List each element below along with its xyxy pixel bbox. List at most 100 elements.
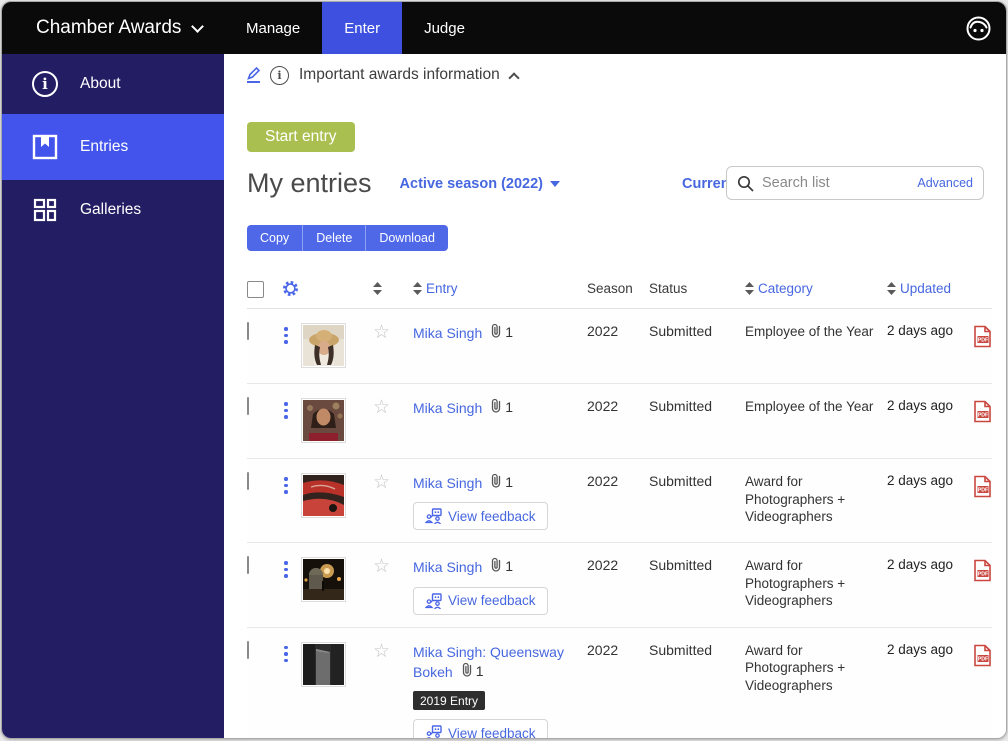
select-all-checkbox[interactable]: [247, 281, 264, 298]
advanced-search-link[interactable]: Advanced: [917, 176, 973, 190]
search-input[interactable]: [762, 175, 909, 191]
sidebar-item-label: About: [80, 75, 121, 93]
star-icon[interactable]: ☆: [373, 640, 390, 662]
checkbox-cell: [247, 543, 281, 626]
favorite-cell: ☆: [373, 459, 413, 542]
row-menu-cell: [281, 384, 301, 458]
kebab-dot: [284, 652, 288, 656]
kebab-dot: [284, 334, 288, 338]
thumbnail-cell: [301, 543, 373, 626]
row-checkbox[interactable]: [247, 397, 249, 415]
tab-enter[interactable]: Enter: [322, 2, 402, 54]
favorite-sort[interactable]: [373, 282, 413, 295]
download-button[interactable]: Download: [365, 225, 448, 251]
entry-link[interactable]: Mika Singh: [413, 400, 482, 416]
row-menu-button[interactable]: [281, 477, 291, 494]
entry-link[interactable]: Mika Singh: [413, 325, 482, 341]
category-cell: Award for Photographers + Videographers: [745, 628, 887, 738]
edit-icon[interactable]: [247, 67, 260, 83]
paperclip-icon: [490, 557, 502, 575]
column-header-entry[interactable]: Entry: [413, 281, 587, 296]
feedback-icon: [425, 508, 442, 524]
entry-thumbnail[interactable]: [301, 323, 346, 368]
entry-link[interactable]: Mika Singh: [413, 559, 482, 575]
favorite-cell: ☆: [373, 543, 413, 626]
sidebar-item-about[interactable]: i About: [2, 54, 224, 114]
row-menu-button[interactable]: [281, 646, 291, 663]
info-icon: i: [270, 66, 289, 85]
entry-link[interactable]: Mika Singh: Queensway Bokeh: [413, 644, 564, 680]
sort-icon: [413, 282, 422, 295]
row-menu-button[interactable]: [281, 327, 291, 344]
entry-thumbnail[interactable]: [301, 398, 346, 443]
pdf-icon[interactable]: PDF: [973, 569, 992, 585]
view-feedback-label: View feedback: [448, 509, 536, 524]
kebab-dot: [284, 415, 288, 419]
search-box: Advanced: [726, 166, 984, 200]
row-checkbox[interactable]: [247, 472, 249, 490]
entry-photo-icon: [303, 400, 344, 441]
pdf-cell: PDF: [973, 384, 996, 458]
entry-link[interactable]: Mika Singh: [413, 475, 482, 491]
tab-judge[interactable]: Judge: [402, 2, 487, 54]
row-checkbox[interactable]: [247, 322, 249, 340]
kebab-dot: [284, 477, 288, 481]
season-cell: 2022: [587, 543, 649, 626]
star-icon[interactable]: ☆: [373, 471, 390, 493]
view-feedback-button[interactable]: View feedback: [413, 587, 548, 615]
pdf-icon[interactable]: PDF: [973, 335, 992, 351]
kebab-dot: [284, 574, 288, 578]
checkbox-cell: [247, 384, 281, 458]
view-feedback-button[interactable]: View feedback: [413, 502, 548, 530]
season-cell: 2022: [587, 309, 649, 383]
sidebar-item-entries[interactable]: Entries: [2, 114, 224, 180]
pdf-icon[interactable]: PDF: [973, 410, 992, 426]
gear-icon[interactable]: [281, 279, 300, 298]
kebab-dot: [284, 484, 288, 488]
star-icon[interactable]: ☆: [373, 555, 390, 577]
page-title: My entries: [247, 168, 372, 199]
copy-button[interactable]: Copy: [247, 225, 302, 251]
row-menu-button[interactable]: [281, 402, 291, 419]
heading-row: My entries Active season (2022) Current …: [247, 168, 992, 199]
column-header-category[interactable]: Category: [745, 281, 887, 296]
app-title: Chamber Awards: [36, 17, 181, 39]
collapse-icon[interactable]: [508, 72, 519, 83]
star-icon[interactable]: ☆: [373, 321, 390, 343]
attachment-indicator: 1: [490, 323, 513, 341]
updated-cell: 2 days ago: [887, 459, 973, 542]
feedback-icon: [425, 593, 442, 609]
column-header-updated[interactable]: Updated: [887, 281, 973, 296]
entry-thumbnail[interactable]: [301, 473, 346, 518]
row-menu-cell: [281, 459, 301, 542]
updated-cell: 2 days ago: [887, 384, 973, 458]
account-menu[interactable]: [965, 2, 1006, 54]
column-header-status: Status: [649, 281, 745, 296]
category-cell: Award for Photographers + Videographers: [745, 459, 887, 542]
pdf-icon[interactable]: PDF: [973, 654, 992, 670]
entry-thumbnail[interactable]: [301, 557, 346, 602]
bookmark-icon: [32, 134, 58, 160]
season-filter-dropdown[interactable]: Active season (2022): [400, 176, 560, 192]
chevron-down-icon: [550, 181, 560, 187]
tab-manage[interactable]: Manage: [224, 2, 322, 54]
table-header: Entry Season Status Category Updated: [247, 267, 992, 309]
app-switcher[interactable]: Chamber Awards: [2, 2, 224, 54]
entry-title-line: Mika Singh 1: [413, 398, 583, 418]
category-cell: Employee of the Year: [745, 384, 887, 458]
attachment-count: 1: [505, 399, 513, 415]
entry-thumbnail[interactable]: [301, 642, 346, 687]
delete-button[interactable]: Delete: [302, 225, 365, 251]
view-feedback-button[interactable]: View feedback: [413, 719, 548, 738]
entry-cell: Mika Singh1View feedback: [413, 459, 587, 542]
sidebar-item-galleries[interactable]: Galleries: [2, 180, 224, 240]
star-icon[interactable]: ☆: [373, 396, 390, 418]
start-entry-button[interactable]: Start entry: [247, 122, 355, 152]
row-checkbox[interactable]: [247, 641, 249, 659]
pdf-icon[interactable]: PDF: [973, 485, 992, 501]
row-menu-button[interactable]: [281, 561, 291, 578]
attachment-count: 1: [505, 324, 513, 340]
row-checkbox[interactable]: [247, 556, 249, 574]
status-cell: Submitted: [649, 543, 745, 626]
checkbox-cell: [247, 459, 281, 542]
